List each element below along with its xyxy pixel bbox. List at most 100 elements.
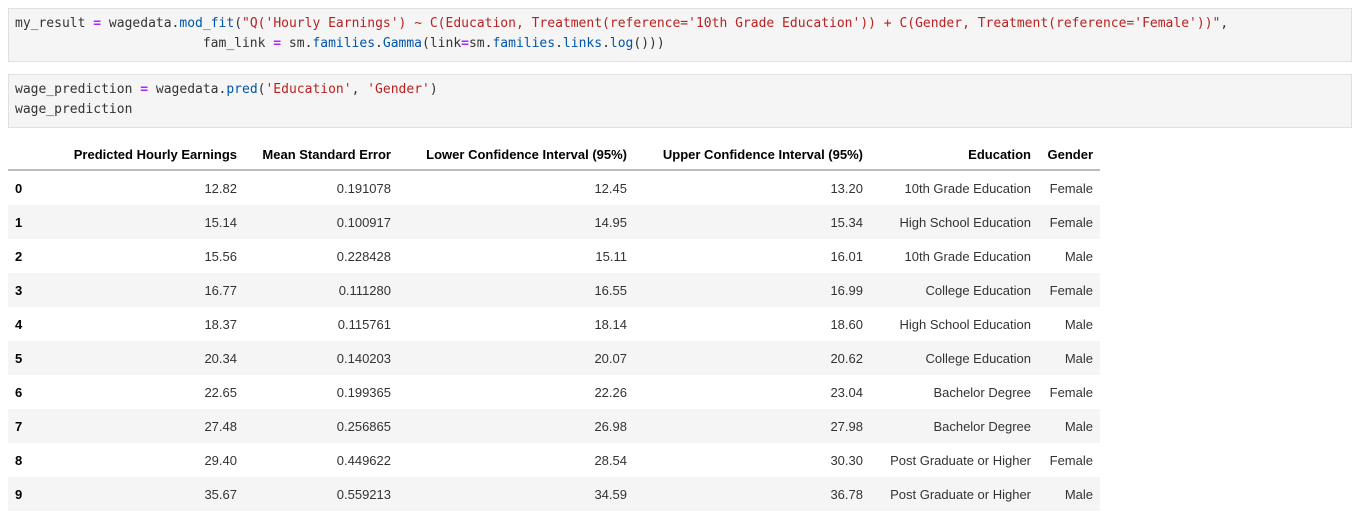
code-token: sm. <box>468 36 493 51</box>
cell-gender: Female <box>1049 282 1093 298</box>
code-token: links <box>562 36 603 51</box>
header-predicted-hourly-earnings: Predicted Hourly Earnings <box>73 147 237 162</box>
code-token: wage_prediction <box>15 82 141 97</box>
cell-education: Bachelor Degree <box>933 418 1031 434</box>
cell-upper-ci: 15.34 <box>830 214 863 230</box>
code-token: ( <box>234 16 243 31</box>
cell-predicted-hourly-earnings: 18.37 <box>204 316 237 332</box>
prediction-dataframe: Predicted Hourly Earnings Mean Standard … <box>8 140 1100 511</box>
code-token: mod_fit <box>179 16 235 31</box>
row-index: 1 <box>15 214 23 230</box>
cell-gender: Male <box>1064 418 1093 434</box>
code-token: my_result <box>15 16 94 31</box>
header-upper-confidence-interval: Upper Confidence Interval (95%) <box>662 147 863 162</box>
code-token: . <box>602 36 610 51</box>
cell-predicted-hourly-earnings: 20.34 <box>204 350 237 366</box>
cell-mean-standard-error: 0.559213 <box>336 486 391 502</box>
table-row: 6 22.65 0.199365 22.26 23.04 Bachelor Degree F… <box>8 375 1100 409</box>
code-token: fam_link <box>15 36 274 51</box>
cell-education: 10th Grade Education <box>904 248 1031 264</box>
cell-gender: Male <box>1064 248 1093 264</box>
cell-lower-ci: 34.59 <box>594 486 627 502</box>
cell-upper-ci: 18.60 <box>830 316 863 332</box>
row-index: 9 <box>15 486 23 502</box>
code-cell-model-fit[interactable]: my_result = wagedata.mod_fit("Q('Hourly … <box>8 8 1352 62</box>
index-header <box>8 140 44 170</box>
cell-education: Post Graduate or Higher <box>890 452 1031 468</box>
code-token: (link <box>422 36 462 51</box>
code-token: Gamma <box>382 36 423 51</box>
header-gender: Gender <box>1047 147 1093 162</box>
cell-gender: Female <box>1049 452 1093 468</box>
code-line: my_result = wagedata.mod_fit("Q('Hourly … <box>15 14 1345 34</box>
cell-predicted-hourly-earnings: 35.67 <box>204 486 237 502</box>
table-row: 7 27.48 0.256865 26.98 27.98 Bachelor Degree M… <box>8 409 1100 443</box>
code-token: pred <box>226 82 258 97</box>
cell-mean-standard-error: 0.115761 <box>337 316 391 332</box>
cell-upper-ci: 16.01 <box>830 248 863 264</box>
cell-education: Bachelor Degree <box>933 384 1031 400</box>
row-index: 3 <box>15 282 23 298</box>
code-token: "Q('Hourly Earnings') ~ C(Education, Tre… <box>242 16 1221 31</box>
code-token: wagedata. <box>148 82 227 97</box>
cell-lower-ci: 14.95 <box>594 214 627 230</box>
table-row: 8 29.40 0.449622 28.54 30.30 Post Graduate or… <box>8 443 1100 477</box>
code-token: . <box>555 36 563 51</box>
cell-mean-standard-error: 0.449622 <box>336 452 391 468</box>
cell-gender: Male <box>1064 486 1093 502</box>
cell-gender: Female <box>1049 214 1093 230</box>
cell-education: Post Graduate or Higher <box>890 486 1031 502</box>
cell-lower-ci: 18.14 <box>594 316 627 332</box>
code-token: ())) <box>633 36 665 51</box>
code-token: wage_prediction <box>15 102 133 117</box>
row-index: 6 <box>15 384 23 400</box>
cell-predicted-hourly-earnings: 12.82 <box>204 180 237 196</box>
cell-gender: Female <box>1049 180 1093 196</box>
cell-education: High School Education <box>899 214 1031 230</box>
code-line: wage_prediction = wagedata.pred('Educati… <box>15 80 1345 100</box>
header-education: Education <box>968 147 1031 162</box>
row-index: 7 <box>15 418 23 434</box>
cell-mean-standard-error: 0.228428 <box>336 248 391 264</box>
code-line: wage_prediction <box>15 100 1345 120</box>
code-token: families <box>492 36 556 51</box>
table-header-row: Predicted Hourly Earnings Mean Standard … <box>8 140 1100 170</box>
code-token: , <box>351 82 368 97</box>
cell-gender: Male <box>1064 350 1093 366</box>
cell-upper-ci: 16.99 <box>830 282 863 298</box>
cell-lower-ci: 15.11 <box>595 248 627 264</box>
code-token: families <box>312 36 376 51</box>
table-row: 2 15.56 0.228428 15.11 16.01 10th Grade Educa… <box>8 239 1100 273</box>
cell-lower-ci: 28.54 <box>594 452 627 468</box>
code-token: wagedata. <box>101 16 180 31</box>
cell-upper-ci: 30.30 <box>830 452 863 468</box>
table-row: 1 15.14 0.100917 14.95 15.34 High School Educ… <box>8 205 1100 239</box>
code-cell-prediction[interactable]: wage_prediction = wagedata.pred('Educati… <box>8 74 1352 128</box>
cell-lower-ci: 20.07 <box>594 350 627 366</box>
cell-upper-ci: 13.20 <box>830 180 863 196</box>
header-mean-standard-error: Mean Standard Error <box>262 147 391 162</box>
code-token: , <box>1220 16 1229 31</box>
row-index: 2 <box>15 248 23 264</box>
cell-predicted-hourly-earnings: 22.65 <box>204 384 237 400</box>
cell-upper-ci: 27.98 <box>830 418 863 434</box>
code-token: sm. <box>281 36 313 51</box>
cell-upper-ci: 20.62 <box>830 350 863 366</box>
cell-mean-standard-error: 0.100917 <box>336 214 391 230</box>
code-token: log <box>609 36 634 51</box>
table-row: 5 20.34 0.140203 20.07 20.62 College Educatio… <box>8 341 1100 375</box>
cell-gender: Female <box>1049 384 1093 400</box>
cell-education: High School Education <box>899 316 1031 332</box>
cell-education: 10th Grade Education <box>904 180 1031 196</box>
cell-mean-standard-error: 0.111280 <box>338 282 391 298</box>
table-row: 9 35.67 0.559213 34.59 36.78 Post Graduate or… <box>8 477 1100 511</box>
cell-predicted-hourly-earnings: 16.77 <box>204 282 237 298</box>
code-token: = <box>93 16 102 31</box>
cell-education: College Education <box>925 282 1031 298</box>
cell-mean-standard-error: 0.256865 <box>336 418 391 434</box>
code-token: 'Gender' <box>367 82 430 97</box>
row-index: 8 <box>15 452 23 468</box>
cell-mean-standard-error: 0.199365 <box>336 384 391 400</box>
cell-lower-ci: 16.55 <box>594 282 627 298</box>
table-row: 0 12.82 0.191078 12.45 13.20 10th Grade Educa… <box>8 170 1100 205</box>
